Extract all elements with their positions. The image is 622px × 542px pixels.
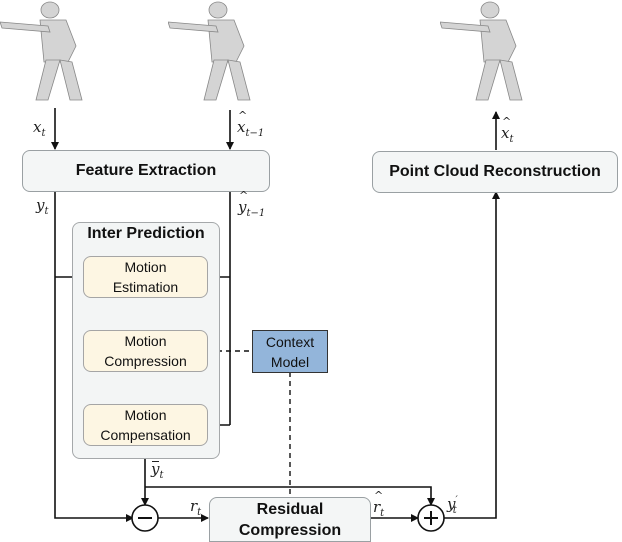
motion-compensation-line2: Compensation	[100, 427, 191, 443]
motion-compression-box: Motion Compression	[83, 330, 208, 372]
codec-diagram: Feature Extraction Point Cloud Reconstru…	[0, 0, 622, 542]
motion-estimation-line2: Estimation	[112, 279, 179, 295]
arrow-yprime-to-reconstruction	[444, 191, 500, 519]
label-x-hat-t: xt	[501, 115, 514, 145]
label-r-t: rt	[190, 497, 202, 518]
motion-compensation-line1: Motion	[124, 407, 167, 423]
motion-compression-line1: Motion	[124, 333, 167, 349]
label-y-prime-t: y′t	[447, 495, 458, 516]
residual-compression-line1: Residual	[256, 500, 324, 518]
context-model-line2: Model	[270, 353, 310, 370]
inter-prediction-label: Inter Prediction	[87, 225, 205, 242]
reference-point-cloud-image	[168, 1, 251, 101]
motion-estimation-box: Motion Estimation	[83, 256, 208, 298]
label-x-t: xt	[33, 118, 46, 139]
context-model-line1: Context	[265, 333, 315, 350]
label-x-hat-t-minus-1: xt−1	[237, 109, 264, 139]
input-point-cloud-image	[0, 1, 83, 101]
motion-compensation-box: Motion Compensation	[83, 404, 208, 446]
residual-compression-box: Residual Compression	[209, 497, 371, 542]
label-y-t: yt	[36, 196, 49, 217]
motion-compression-line2: Compression	[104, 353, 187, 369]
residual-compression-line2: Compression	[238, 521, 342, 539]
feature-extraction-box: Feature Extraction	[22, 150, 270, 192]
label-y-bar-t: yt	[151, 460, 164, 481]
label-r-hat-t: rt	[373, 489, 384, 519]
feature-extraction-label: Feature Extraction	[75, 162, 217, 179]
motion-estimation-line1: Motion	[124, 259, 167, 275]
reconstructed-point-cloud-image	[440, 1, 523, 101]
point-cloud-reconstruction-box: Point Cloud Reconstruction	[372, 151, 618, 193]
label-y-hat-t-minus-1: yt−1	[238, 189, 265, 219]
point-cloud-reconstruction-label: Point Cloud Reconstruction	[389, 163, 601, 180]
context-model-box: Context Model	[252, 330, 328, 373]
